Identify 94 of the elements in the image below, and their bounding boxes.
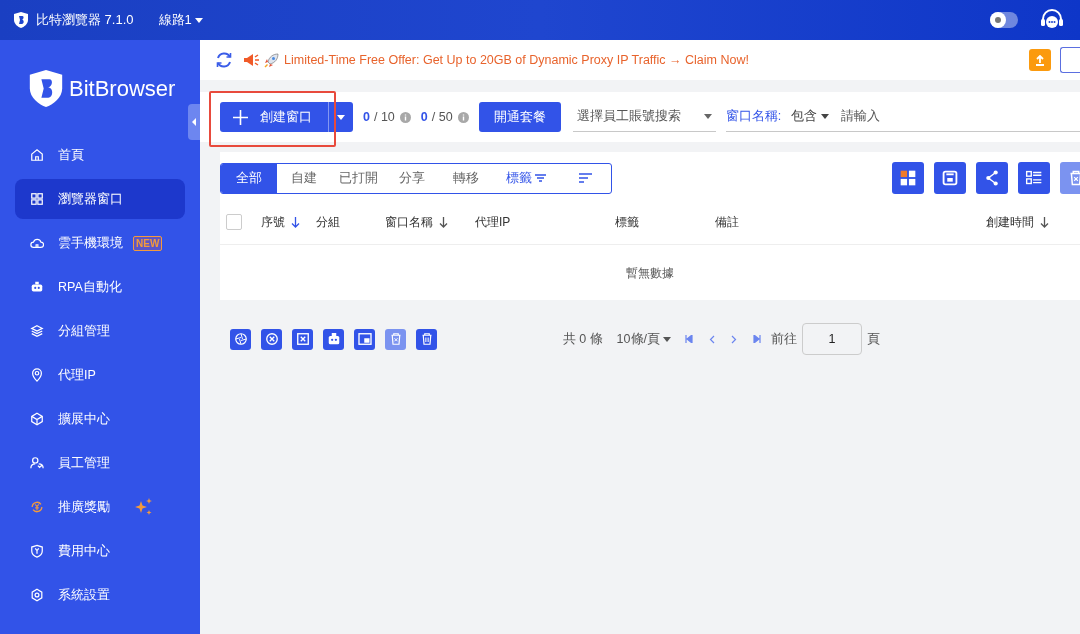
sidebar-item[interactable]: 雲手機環境 NEW xyxy=(15,223,185,263)
next-page-icon[interactable] xyxy=(731,334,737,344)
filter-tab[interactable]: 標籤 xyxy=(493,163,559,193)
app-title: 比特瀏覽器 7.1.0 xyxy=(36,11,134,30)
toolbar-button[interactable] xyxy=(1018,162,1050,194)
caret-icon xyxy=(703,114,712,119)
quota-limit: / 50 xyxy=(431,108,453,126)
select-all-checkbox[interactable] xyxy=(226,214,242,230)
column-header: 序號 xyxy=(261,214,285,231)
sort-arrow-icon[interactable] xyxy=(1040,216,1049,228)
previous-page-icon[interactable] xyxy=(709,334,715,344)
sort-arrow-icon[interactable] xyxy=(291,216,300,228)
page-input[interactable]: 1 xyxy=(802,323,862,355)
sidebar-item[interactable]: 推廣獎勵 xyxy=(15,487,185,527)
cube-icon xyxy=(30,412,44,426)
column-header: 分組 xyxy=(316,214,340,231)
caret-icon xyxy=(821,114,830,119)
bulk-action-button[interactable] xyxy=(323,328,344,350)
sidebar-item[interactable]: 首頁 xyxy=(15,135,185,175)
column-header: 標籤 xyxy=(615,214,639,231)
caret-icon xyxy=(663,336,671,342)
toolbar-button[interactable] xyxy=(892,162,924,194)
sidebar-item[interactable]: 費用中心 xyxy=(15,531,185,571)
bulk-action-button[interactable] xyxy=(230,328,251,350)
page-suffix: 頁 xyxy=(867,330,880,348)
total-count: 共 0 條 xyxy=(562,330,603,348)
grid-icon xyxy=(30,192,44,206)
last-page-icon[interactable] xyxy=(753,335,761,343)
filter-tab[interactable]: 自建 xyxy=(277,163,331,193)
location-pin-icon xyxy=(30,368,44,382)
filter-icon xyxy=(535,174,546,182)
column-header: 創建時間 xyxy=(986,214,1034,231)
empty-message: 暫無數據 xyxy=(626,264,674,282)
new-badge: NEW xyxy=(133,235,163,251)
column-header: 備註 xyxy=(715,214,739,231)
sidebar-item[interactable]: 員工管理 xyxy=(15,443,185,483)
route-dropdown[interactable]: 線路1 xyxy=(158,10,203,30)
create-menu-button[interactable] xyxy=(328,102,353,132)
plan-button[interactable]: 開通套餐 xyxy=(478,102,561,132)
sidebar-item[interactable]: 擴展中心 xyxy=(15,399,185,439)
quota-limit: / 10 xyxy=(373,108,395,126)
goto-label: 前往 xyxy=(771,330,797,348)
column-header: 代理IP xyxy=(475,214,511,231)
sidebar-item[interactable]: 瀏覽器窗口 xyxy=(15,179,185,219)
sort-lines-icon xyxy=(578,173,592,183)
window-icon xyxy=(355,330,374,348)
layers-icon xyxy=(30,324,44,338)
refresh-icon[interactable] xyxy=(215,51,233,69)
caret-icon xyxy=(337,114,345,120)
people-icon xyxy=(30,456,44,470)
bulk-action-button[interactable] xyxy=(354,328,375,350)
sparkle-icon xyxy=(134,497,154,517)
shield-logo-icon xyxy=(29,69,63,107)
filter-tab[interactable]: 已打開 xyxy=(331,163,385,193)
window-name-input[interactable]: 請輸入 xyxy=(841,107,1080,126)
headset-chat-icon[interactable] xyxy=(1040,9,1064,31)
column-header: 窗口名稱 xyxy=(385,214,433,231)
home-icon xyxy=(30,148,44,162)
upload-icon xyxy=(1035,54,1045,66)
rocket-icon xyxy=(264,52,279,68)
theme-toggle[interactable] xyxy=(990,12,1018,28)
create-window-button[interactable]: 創建窗口 xyxy=(220,102,328,132)
filter-tab[interactable]: 轉移 xyxy=(439,163,493,193)
sidebar-item[interactable]: 系統設置 xyxy=(15,575,185,615)
bulk-action-button[interactable] xyxy=(261,328,282,350)
filter-label: 窗口名稱: xyxy=(725,108,782,126)
megaphone-icon xyxy=(243,53,260,67)
outline-button[interactable] xyxy=(1060,47,1080,73)
caret-icon xyxy=(194,17,203,23)
quota-used: 0 xyxy=(363,108,370,126)
toolbar-button[interactable] xyxy=(976,162,1008,194)
toolbar-button[interactable] xyxy=(934,162,966,194)
first-page-icon[interactable] xyxy=(685,335,693,343)
bulk-action-button[interactable] xyxy=(292,328,313,350)
match-mode-dropdown[interactable]: 包含 xyxy=(791,107,830,126)
sidebar-item[interactable]: 代理IP xyxy=(15,355,185,395)
sidebar-item[interactable]: RPA自動化 xyxy=(15,267,185,307)
employee-select[interactable]: 選擇員工賬號搜索 xyxy=(572,102,716,132)
quota-used: 0 xyxy=(420,108,428,126)
page-size-dropdown[interactable]: 10條/頁 xyxy=(616,329,671,349)
sort-arrow-icon[interactable] xyxy=(439,216,448,228)
sidebar-item[interactable]: 分組管理 xyxy=(15,311,185,351)
collapse-handle[interactable] xyxy=(188,104,200,140)
coin-cycle-icon xyxy=(30,500,44,514)
plus-icon xyxy=(232,109,248,125)
shield-logo-icon xyxy=(14,12,28,28)
brand-name: BitBrowser xyxy=(69,74,176,103)
filter-tab[interactable]: 分享 xyxy=(385,163,439,193)
cloud-icon xyxy=(30,236,44,250)
robot-icon xyxy=(30,280,44,294)
settings-icon xyxy=(30,588,44,602)
bulk-action-button[interactable] xyxy=(416,328,437,350)
filter-tab[interactable]: 全部 xyxy=(221,163,277,193)
shield-icon xyxy=(30,544,44,558)
